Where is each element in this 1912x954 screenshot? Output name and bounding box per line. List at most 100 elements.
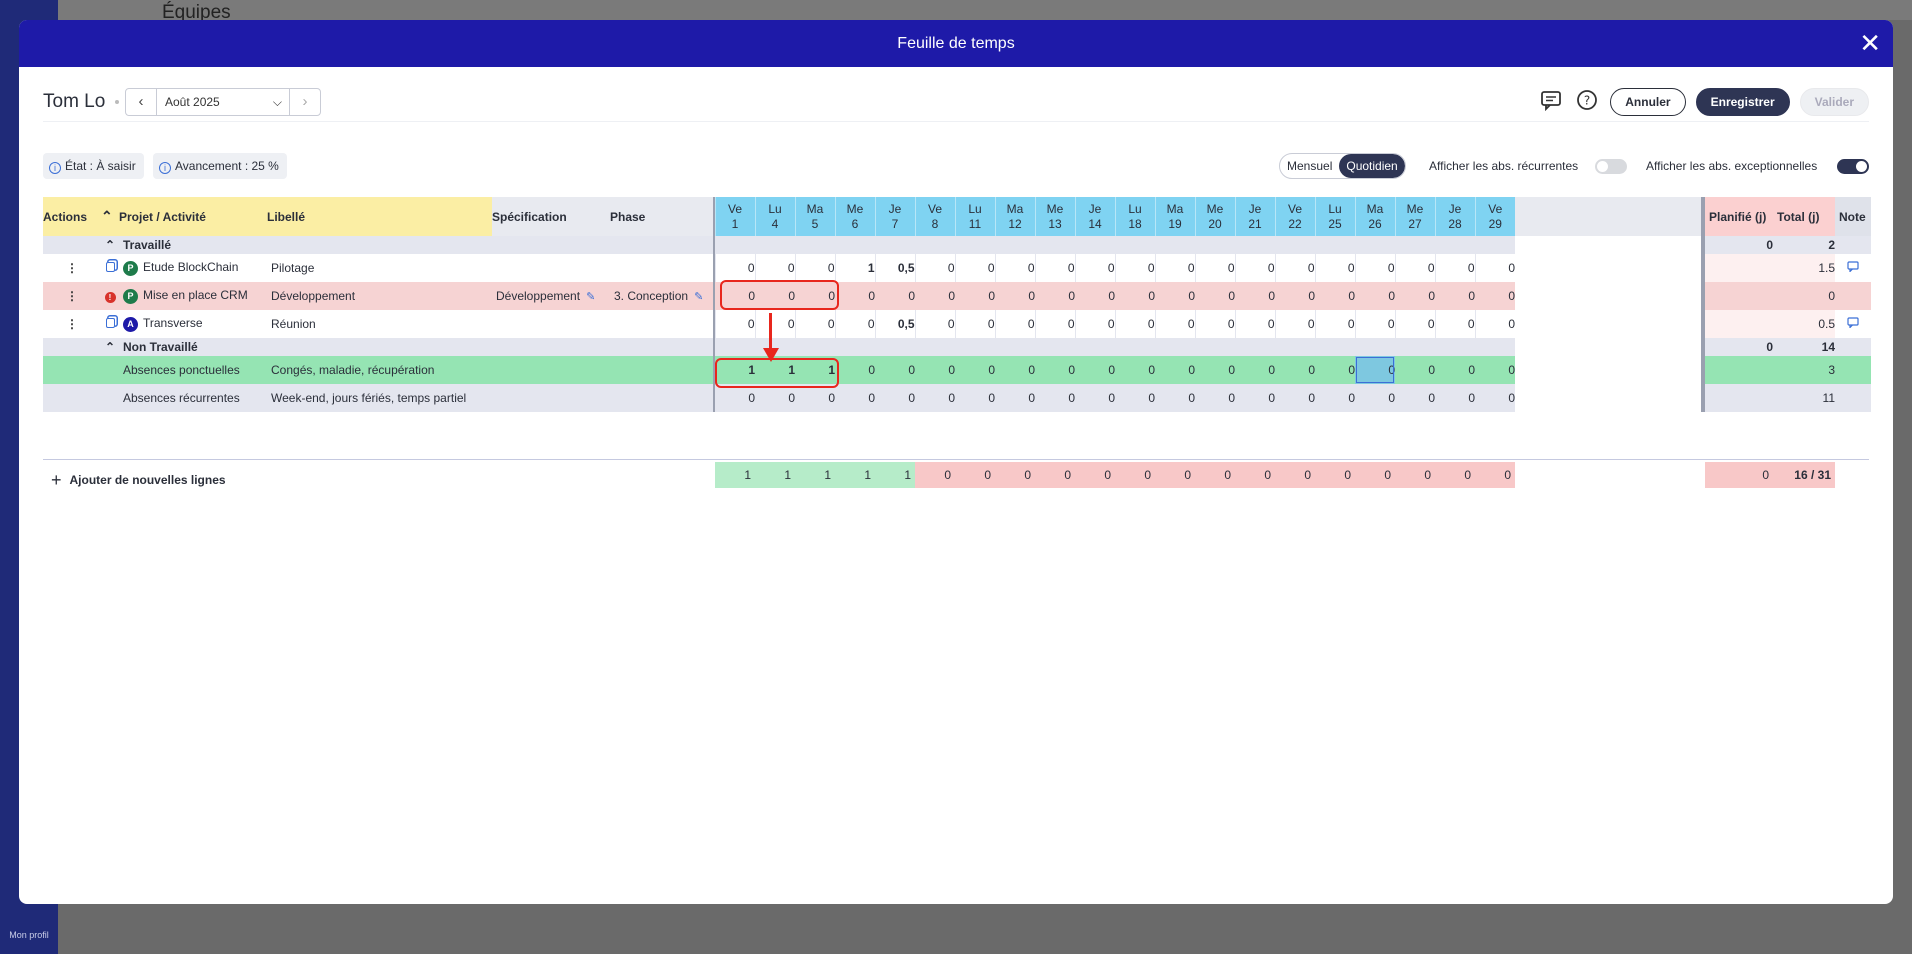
day-value-cell[interactable]: 0: [795, 384, 835, 412]
day-value-cell[interactable]: 0: [1035, 282, 1075, 310]
day-value-cell[interactable]: 0: [954, 310, 995, 338]
day-value-cell[interactable]: 0: [1395, 282, 1435, 310]
day-value-cell[interactable]: 0: [875, 384, 915, 412]
day-value-cell[interactable]: 0: [834, 310, 875, 338]
comment-icon[interactable]: [1538, 89, 1564, 115]
day-value-cell[interactable]: 0: [715, 384, 755, 412]
day-value-cell[interactable]: 0: [1195, 384, 1235, 412]
day-value-cell[interactable]: 0: [754, 254, 795, 282]
day-value-cell[interactable]: 0: [1475, 282, 1515, 310]
day-value-cell[interactable]: 0: [915, 384, 955, 412]
row-actions-menu-icon[interactable]: ⋮: [43, 254, 101, 282]
day-value-cell[interactable]: 0: [994, 254, 1035, 282]
day-value-cell[interactable]: 0: [714, 310, 755, 338]
day-value-cell[interactable]: 0: [1475, 356, 1515, 384]
day-value-cell[interactable]: 0: [794, 310, 835, 338]
day-value-cell[interactable]: 0: [755, 384, 795, 412]
section-toggle-icon[interactable]: ⌃: [101, 236, 119, 254]
day-value-cell[interactable]: 0: [1314, 254, 1355, 282]
view-mode-monthly[interactable]: Mensuel: [1280, 154, 1339, 178]
note-cell[interactable]: [1835, 254, 1871, 282]
row-actions-menu-icon[interactable]: ⋮: [43, 282, 101, 310]
day-value-cell[interactable]: 0: [835, 356, 875, 384]
day-value-cell[interactable]: 0: [1354, 310, 1395, 338]
close-icon[interactable]: ✕: [1859, 20, 1881, 67]
sidebar-item-profile[interactable]: Mon profil: [0, 930, 58, 940]
day-value-cell[interactable]: 0: [1315, 384, 1355, 412]
collapse-all-icon[interactable]: ⌃: [101, 197, 119, 236]
copy-icon[interactable]: [101, 254, 119, 282]
day-value-cell[interactable]: 0: [1275, 384, 1315, 412]
day-value-cell[interactable]: 0: [1115, 384, 1155, 412]
day-value-cell[interactable]: 0: [1114, 254, 1155, 282]
exceptional-absences-toggle[interactable]: [1837, 159, 1869, 174]
day-value-cell[interactable]: 0: [1395, 384, 1435, 412]
cancel-button[interactable]: Annuler: [1610, 88, 1686, 116]
day-value-cell[interactable]: 0: [1435, 384, 1475, 412]
day-value-cell[interactable]: 0: [1074, 310, 1115, 338]
day-value-cell[interactable]: 0: [1435, 356, 1475, 384]
day-value-cell[interactable]: 0: [1115, 356, 1155, 384]
day-value-cell[interactable]: 0: [1114, 310, 1155, 338]
day-value-cell[interactable]: 0: [1274, 310, 1315, 338]
row-actions-menu-icon[interactable]: ⋮: [43, 310, 101, 338]
day-value-cell[interactable]: 0: [995, 384, 1035, 412]
day-value-cell[interactable]: 0: [1235, 356, 1275, 384]
day-value-cell[interactable]: 0: [1155, 384, 1195, 412]
day-value-cell[interactable]: 0: [1074, 254, 1115, 282]
day-value-cell[interactable]: 0: [1315, 356, 1355, 384]
day-value-cell[interactable]: 0: [1155, 356, 1195, 384]
day-value-cell[interactable]: 0: [915, 282, 955, 310]
day-value-cell[interactable]: 0: [1394, 254, 1435, 282]
day-value-cell[interactable]: 0: [915, 356, 955, 384]
day-value-cell[interactable]: 0: [714, 254, 755, 282]
note-icon[interactable]: [1847, 261, 1859, 275]
add-lines-button[interactable]: + Ajouter de nouvelles lignes: [51, 470, 226, 491]
day-value-cell[interactable]: 0: [835, 282, 875, 310]
day-value-cell[interactable]: 0: [995, 356, 1035, 384]
next-month-button[interactable]: ›: [289, 89, 320, 115]
day-value-cell[interactable]: 0: [1275, 356, 1315, 384]
day-value-cell[interactable]: 0: [1394, 310, 1435, 338]
day-value-cell[interactable]: 0: [955, 384, 995, 412]
day-value-cell[interactable]: 0: [1034, 310, 1075, 338]
day-value-cell[interactable]: 0: [1234, 254, 1275, 282]
day-value-cell[interactable]: 0: [1475, 384, 1515, 412]
day-value-cell[interactable]: 0,5: [874, 310, 915, 338]
day-value-cell[interactable]: 0: [1235, 282, 1275, 310]
validate-button[interactable]: Valider: [1799, 88, 1869, 116]
edit-phase-icon[interactable]: ✎: [694, 291, 703, 303]
recurrent-absences-toggle[interactable]: [1595, 159, 1627, 174]
day-value-cell[interactable]: 0: [1034, 254, 1075, 282]
day-value-cell[interactable]: 0: [1275, 282, 1315, 310]
day-value-cell[interactable]: 0: [914, 254, 955, 282]
note-icon[interactable]: [1847, 317, 1859, 331]
day-value-cell[interactable]: 0: [1474, 254, 1515, 282]
day-value-cell[interactable]: 0: [1315, 282, 1355, 310]
day-value-cell[interactable]: 0: [1474, 310, 1515, 338]
day-value-cell[interactable]: 0: [1154, 254, 1195, 282]
help-icon[interactable]: ?: [1574, 89, 1600, 115]
section-toggle-icon[interactable]: ⌃: [101, 338, 119, 356]
day-value-cell[interactable]: 0: [1194, 310, 1235, 338]
day-value-cell[interactable]: 0: [994, 310, 1035, 338]
day-value-cell[interactable]: 0: [1354, 254, 1395, 282]
day-value-cell[interactable]: 0: [1075, 282, 1115, 310]
day-value-cell[interactable]: 0: [1234, 310, 1275, 338]
day-value-cell[interactable]: 0: [1115, 282, 1155, 310]
day-value-cell[interactable]: 0: [1235, 384, 1275, 412]
day-value-cell[interactable]: 0: [1355, 356, 1395, 384]
day-value-cell[interactable]: 0: [1355, 384, 1395, 412]
note-cell[interactable]: [1835, 310, 1871, 338]
day-value-cell[interactable]: 0: [1075, 384, 1115, 412]
day-value-cell[interactable]: 0: [1274, 254, 1315, 282]
day-value-cell[interactable]: 0: [955, 356, 995, 384]
previous-month-button[interactable]: ‹: [126, 89, 157, 115]
day-value-cell[interactable]: 0: [794, 254, 835, 282]
day-value-cell[interactable]: 0: [875, 356, 915, 384]
day-value-cell[interactable]: 0: [954, 254, 995, 282]
day-value-cell[interactable]: 0: [995, 282, 1035, 310]
day-value-cell[interactable]: 0: [955, 282, 995, 310]
day-value-cell[interactable]: 1: [834, 254, 875, 282]
day-value-cell[interactable]: 0: [875, 282, 915, 310]
